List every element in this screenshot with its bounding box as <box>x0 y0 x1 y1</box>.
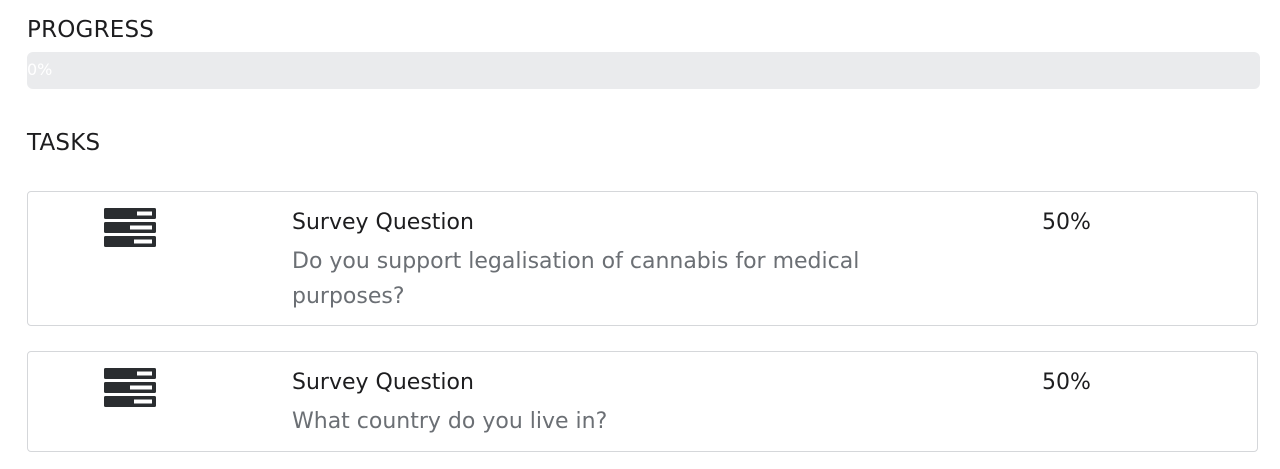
task-card[interactable]: Survey Question Do you support legalisat… <box>27 191 1258 326</box>
tasks-heading: TASKS <box>27 130 101 156</box>
progress-value-label: 0% <box>27 60 53 79</box>
task-percent: 50% <box>1042 370 1091 395</box>
server-stack-icon <box>104 208 156 248</box>
page-root: PROGRESS 0% TASKS Survey Question Do you… <box>0 0 1280 469</box>
task-question: Do you support legalisation of cannabis … <box>292 249 860 309</box>
progress-bar <box>27 52 1260 89</box>
server-stack-icon <box>104 368 156 408</box>
task-percent: 50% <box>1042 210 1091 235</box>
task-title: Survey Question <box>292 210 474 235</box>
task-title: Survey Question <box>292 370 474 395</box>
progress-heading: PROGRESS <box>27 17 155 43</box>
task-question: What country do you live in? <box>292 409 608 434</box>
task-card[interactable]: Survey Question What country do you live… <box>27 351 1258 452</box>
